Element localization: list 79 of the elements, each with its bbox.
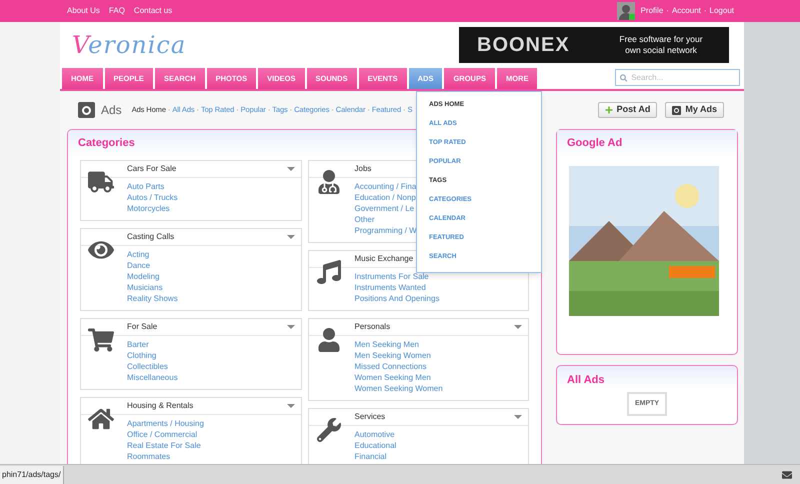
separator: · (666, 5, 669, 17)
panel-title: All Ads (567, 373, 606, 388)
category-title[interactable]: Cars For Sale (127, 163, 176, 175)
subcategory-link[interactable]: Instruments For Sale (354, 271, 429, 282)
category-title[interactable]: Music Exchange (354, 253, 414, 265)
status-url: phin71/ads/tags/ (0, 466, 64, 484)
caret-icon[interactable] (286, 167, 294, 171)
subcategory-link[interactable]: Modeling (127, 271, 160, 282)
subcategory-link[interactable]: Roommates (127, 451, 170, 462)
separator: · (704, 5, 707, 17)
doctor-icon (316, 170, 342, 194)
subcategory-link[interactable]: Apartments / Housing (127, 418, 204, 429)
caret-icon[interactable] (514, 325, 522, 329)
banner-brand: BOONEX (477, 33, 570, 58)
subcategory-link[interactable]: Collectibles (127, 361, 168, 372)
banner-tagline: Free software for your own social network (618, 34, 704, 56)
caret-icon[interactable] (286, 235, 294, 239)
mail-icon[interactable] (782, 470, 792, 480)
search-input[interactable]: Search... (631, 72, 735, 84)
person-icon (316, 328, 342, 352)
top-link[interactable]: About Us (67, 5, 100, 17)
banner-ad[interactable]: BOONEX Free software for your own social network (459, 27, 729, 63)
user-menu-link[interactable]: Account (672, 5, 701, 17)
subcategory-link[interactable]: Women Seeking Women (354, 383, 443, 394)
ads-icon (672, 106, 682, 114)
plus-icon (604, 106, 613, 114)
subcategory-link[interactable]: Other (354, 214, 375, 225)
subcategory-link[interactable]: Men Seeking Women (354, 350, 431, 361)
search-field[interactable]: Search... (615, 69, 740, 86)
category-title[interactable]: Services (354, 411, 386, 423)
subcategory-link[interactable]: Auto Parts (127, 181, 164, 192)
subcategory-link[interactable]: Dance (127, 260, 150, 271)
caret-icon[interactable] (286, 404, 294, 408)
subcategory-link[interactable]: Instruments Wanted (354, 282, 426, 293)
caret-icon[interactable] (514, 415, 522, 419)
subcategory-link[interactable]: Clothing (127, 350, 156, 361)
top-link[interactable]: FAQ (108, 5, 125, 17)
user-menu-link[interactable]: Profile (640, 5, 664, 17)
subcategory-link[interactable]: Women Seeking Men (354, 372, 431, 383)
panel-title: Categories (78, 136, 135, 151)
subcategory-link[interactable]: Accounting / Fina (354, 181, 416, 192)
subcategory-link[interactable]: Motorcycles (127, 203, 170, 214)
page-title: Ads (101, 102, 122, 119)
category-title[interactable]: Personals (354, 321, 390, 333)
user-menu-link[interactable]: Logout (710, 5, 734, 17)
panel-title: Google Ad (567, 136, 622, 151)
subcategory-link[interactable]: Miscellaneous (127, 372, 178, 383)
music-note-icon (316, 260, 342, 284)
subcategory-link[interactable]: Educational (354, 440, 396, 451)
caret-icon[interactable] (286, 325, 294, 329)
search-icon (620, 74, 628, 82)
subcategory-link[interactable]: Barter (127, 339, 149, 350)
site-logo[interactable]: Veronica (72, 27, 186, 63)
post-ad-button[interactable]: Post Ad (598, 102, 658, 118)
category-title[interactable]: Jobs (354, 163, 372, 175)
house-icon (88, 407, 114, 431)
category-title[interactable]: Casting Calls (127, 231, 174, 243)
cart-icon (88, 328, 114, 352)
avatar[interactable] (616, 2, 635, 20)
subcategory-link[interactable]: Government / Le (354, 203, 414, 214)
ads-icon (78, 102, 95, 118)
subcategory-link[interactable]: Automotive (354, 429, 395, 440)
subcategory-link[interactable]: Men Seeking Men (354, 339, 419, 350)
top-link[interactable]: Contact us (134, 5, 172, 17)
subcategory-link[interactable]: Positions And Openings (354, 293, 440, 304)
subcategory-link[interactable]: Financial (354, 451, 387, 462)
subcategory-link[interactable]: Acting (127, 249, 150, 260)
subcategory-link[interactable]: Musicians (127, 282, 163, 293)
truck-icon (88, 170, 114, 194)
subcategory-link[interactable]: Education / Nonp (354, 192, 416, 203)
category-title[interactable]: Housing & Rentals (127, 400, 194, 412)
my-ads-button[interactable]: My Ads (665, 102, 724, 118)
subcategory-link[interactable]: Office / Commercial (127, 429, 198, 440)
subcategory-link[interactable]: Reality Shows (127, 293, 178, 304)
subcategory-link[interactable]: Autos / Trucks (127, 192, 178, 203)
category-title[interactable]: For Sale (127, 321, 158, 333)
subcategory-link[interactable]: Real Estate For Sale (127, 440, 201, 451)
subcategory-link[interactable]: Missed Connections (354, 361, 427, 372)
wrench-icon (316, 418, 342, 442)
